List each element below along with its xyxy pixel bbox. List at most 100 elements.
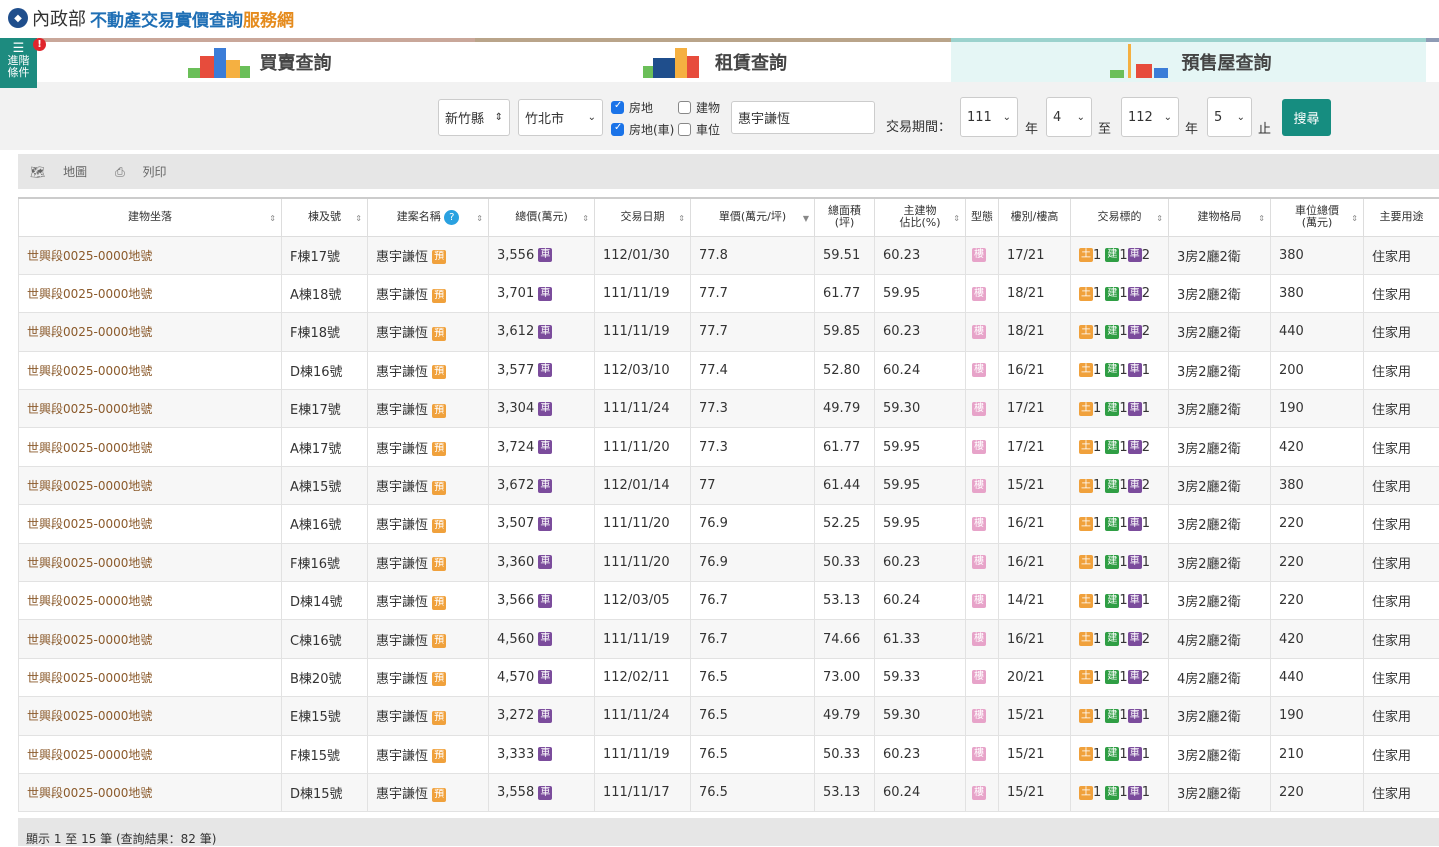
table-cell[interactable]: 世興段0025-0000地號: [19, 582, 282, 620]
county-select[interactable]: 新竹縣⇕: [438, 99, 510, 136]
table-row[interactable]: 世興段0025-0000地號F棟18號惠宇謙恆 預3,612 車111/11/1…: [19, 313, 1439, 351]
checkbox-building[interactable]: 建物: [678, 99, 720, 116]
table-cell: 49.79: [815, 697, 875, 735]
table-cell[interactable]: 世興段0025-0000地號: [19, 735, 282, 773]
sort-icon[interactable]: ⇕: [269, 213, 276, 225]
table-row[interactable]: 世興段0025-0000地號A棟18號惠宇謙恆 預3,701 車111/11/1…: [19, 274, 1439, 312]
table-cell[interactable]: 世興段0025-0000地號: [19, 236, 282, 274]
table-cell: 土1 建1車1: [1071, 697, 1169, 735]
table-cell: 土1 建1車2: [1071, 313, 1169, 351]
column-header[interactable]: 建案名稱 ?⇕: [368, 198, 489, 236]
keyword-input[interactable]: 惠宇謙恆: [731, 101, 875, 134]
table-cell[interactable]: 世興段0025-0000地號: [19, 274, 282, 312]
land-badge-icon: 土: [1079, 248, 1093, 262]
end-year-select[interactable]: 112⌄: [1121, 97, 1179, 137]
end-month-select[interactable]: 5⌄: [1207, 97, 1252, 137]
table-row[interactable]: 世興段0025-0000地號E棟17號惠宇謙恆 預3,304 車111/11/2…: [19, 390, 1439, 428]
table-row[interactable]: 世興段0025-0000地號D棟15號惠宇謙恆 預3,558 車111/11/1…: [19, 773, 1439, 811]
column-header[interactable]: 主要用途: [1364, 198, 1439, 236]
table-row[interactable]: 世興段0025-0000地號F棟16號惠宇謙恆 預3,360 車111/11/2…: [19, 543, 1439, 581]
table-row[interactable]: 世興段0025-0000地號A棟17號惠宇謙恆 預3,724 車111/11/2…: [19, 428, 1439, 466]
column-header[interactable]: 棟及號⇕: [282, 198, 368, 236]
sort-icon[interactable]: ⇕: [1258, 213, 1265, 225]
building-type-badge-icon: 樓: [972, 517, 986, 531]
table-cell: 76.9: [691, 505, 815, 543]
table-cell: 樓: [966, 351, 999, 389]
column-header[interactable]: 主建物佔比(%)⇕: [875, 198, 966, 236]
tab-presale[interactable]: 預售屋查詢: [951, 38, 1426, 82]
table-cell[interactable]: 世興段0025-0000地號: [19, 773, 282, 811]
table-row[interactable]: 世興段0025-0000地號F棟17號惠宇謙恆 預3,556 車112/01/3…: [19, 236, 1439, 274]
table-cell[interactable]: 世興段0025-0000地號: [19, 505, 282, 543]
sort-icon[interactable]: ⇕: [476, 213, 483, 225]
table-cell: F棟16號: [282, 543, 368, 581]
car-badge-icon: 車: [538, 248, 552, 262]
land-badge-icon: 土: [1079, 287, 1093, 301]
chevron-down-icon: ⌄: [588, 112, 596, 123]
table-cell: D棟16號: [282, 351, 368, 389]
table-row[interactable]: 世興段0025-0000地號C棟16號惠宇謙恆 預4,560 車111/11/1…: [19, 620, 1439, 658]
table-row[interactable]: 世興段0025-0000地號B棟20號惠宇謙恆 預4,570 車112/02/1…: [19, 658, 1439, 696]
start-month-select[interactable]: 4⌄: [1046, 97, 1092, 137]
presale-badge-icon: 預: [432, 519, 446, 533]
table-cell[interactable]: 世興段0025-0000地號: [19, 351, 282, 389]
checkbox-car[interactable]: 車位: [678, 121, 720, 138]
table-cell[interactable]: 世興段0025-0000地號: [19, 620, 282, 658]
start-year-select[interactable]: 111⌄: [960, 97, 1018, 137]
column-header[interactable]: 車位總價(萬元)⇕: [1271, 198, 1364, 236]
table-cell[interactable]: 世興段0025-0000地號: [19, 390, 282, 428]
column-header[interactable]: 型態: [966, 198, 999, 236]
table-cell: A棟15號: [282, 466, 368, 504]
table-cell: 111/11/20: [595, 428, 691, 466]
column-header[interactable]: 總價(萬元)⇕: [489, 198, 595, 236]
table-cell[interactable]: 世興段0025-0000地號: [19, 313, 282, 351]
building-type-badge-icon: 樓: [972, 363, 986, 377]
table-row[interactable]: 世興段0025-0000地號A棟15號惠宇謙恆 預3,672 車112/01/1…: [19, 466, 1439, 504]
column-header[interactable]: 建物格局⇕: [1169, 198, 1271, 236]
building-type-badge-icon: 樓: [972, 632, 986, 646]
column-header[interactable]: 單價(萬元/坪)▼: [691, 198, 815, 236]
map-button[interactable]: 🗺 地圖: [30, 163, 101, 180]
column-header[interactable]: 交易日期⇕: [595, 198, 691, 236]
site-title[interactable]: 不動產交易實價查詢服務網: [90, 6, 294, 31]
table-cell: 3房2廳2衛: [1169, 274, 1271, 312]
column-header[interactable]: 交易標的⇕: [1071, 198, 1169, 236]
land-badge-icon: 土: [1079, 363, 1093, 377]
sort-icon[interactable]: ⇕: [355, 213, 362, 225]
tab-sale[interactable]: 買賣查詢: [0, 38, 475, 82]
parking-badge-icon: 車: [1128, 517, 1142, 531]
town-select[interactable]: 竹北市⌄: [518, 99, 603, 136]
table-row[interactable]: 世興段0025-0000地號E棟15號惠宇謙恆 預3,272 車111/11/2…: [19, 697, 1439, 735]
table-cell[interactable]: 世興段0025-0000地號: [19, 697, 282, 735]
print-button[interactable]: ⎙ 列印: [115, 163, 180, 180]
checkbox-house[interactable]: 房地: [611, 99, 653, 116]
table-cell[interactable]: 世興段0025-0000地號: [19, 428, 282, 466]
table-cell[interactable]: 世興段0025-0000地號: [19, 543, 282, 581]
advanced-filter-button[interactable]: ☰ 進階 條件: [0, 38, 37, 88]
table-row[interactable]: 世興段0025-0000地號D棟16號惠宇謙恆 預3,577 車112/03/1…: [19, 351, 1439, 389]
column-header[interactable]: 總面積(坪): [815, 198, 875, 236]
building-badge-icon: 建: [1105, 248, 1119, 262]
table-row[interactable]: 世興段0025-0000地號A棟16號惠宇謙恆 預3,507 車111/11/2…: [19, 505, 1439, 543]
table-cell: 3房2廳2衛: [1169, 390, 1271, 428]
checkbox-house-car[interactable]: 房地(車): [611, 121, 674, 138]
sort-icon[interactable]: ⇕: [1156, 213, 1163, 225]
sort-icon[interactable]: ⇕: [678, 213, 685, 225]
year-label-2: 年: [1185, 118, 1198, 137]
sort-icon[interactable]: ▼: [803, 213, 809, 225]
table-cell: 76.5: [691, 658, 815, 696]
column-header[interactable]: 樓別/樓高: [999, 198, 1071, 236]
column-header[interactable]: 建物坐落⇕: [19, 198, 282, 236]
land-badge-icon: 土: [1079, 670, 1093, 684]
table-row[interactable]: 世興段0025-0000地號D棟14號惠宇謙恆 預3,566 車112/03/0…: [19, 582, 1439, 620]
table-cell[interactable]: 世興段0025-0000地號: [19, 658, 282, 696]
table-row[interactable]: 世興段0025-0000地號F棟15號惠宇謙恆 預3,333 車111/11/1…: [19, 735, 1439, 773]
sort-icon[interactable]: ⇕: [1351, 213, 1358, 225]
help-icon[interactable]: ?: [444, 210, 459, 225]
sort-icon[interactable]: ⇕: [582, 213, 589, 225]
sort-icon[interactable]: ⇕: [953, 213, 960, 225]
tab-rent[interactable]: 租賃查詢: [475, 38, 951, 82]
table-cell: 61.33: [875, 620, 966, 658]
search-button[interactable]: 搜尋: [1282, 99, 1331, 136]
table-cell[interactable]: 世興段0025-0000地號: [19, 466, 282, 504]
